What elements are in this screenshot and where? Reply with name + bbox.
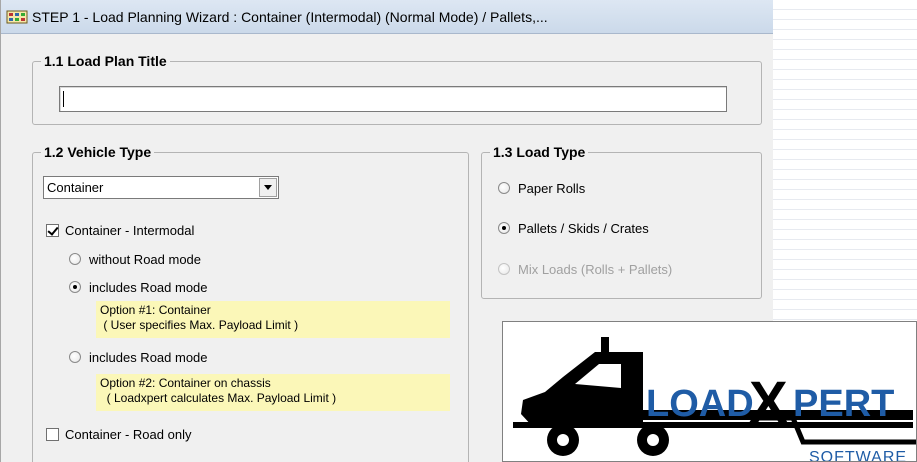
includes-road-label-2: includes Road mode (89, 349, 208, 365)
without-road-radio[interactable] (69, 253, 81, 265)
option1-line1: Option #1: Container (100, 303, 211, 317)
includes-road-radio-2[interactable] (69, 351, 81, 363)
includes-road-radio-1[interactable] (69, 281, 81, 293)
vehicle-type-legend: 1.2 Vehicle Type (41, 144, 155, 160)
vehicle-type-select[interactable]: Container (43, 176, 279, 199)
mix-loads-radio-row: Mix Loads (Rolls + Pallets) (498, 261, 672, 277)
without-road-label: without Road mode (89, 251, 202, 267)
road-only-checkbox-row[interactable]: Container - Road only (46, 426, 191, 442)
app-icon (6, 10, 28, 23)
text-caret (63, 91, 64, 107)
vehicle-type-value: Container (47, 180, 104, 195)
paper-rolls-label: Paper Rolls (518, 180, 586, 196)
option2-line1: Option #2: Container on chassis (100, 376, 271, 390)
loadxpert-logo-panel: LOAD X PERT SOFTWARE (502, 321, 917, 462)
road-only-label: Container - Road only (65, 426, 192, 442)
paper-rolls-radio-row[interactable]: Paper Rolls (498, 180, 585, 196)
pallets-radio[interactable] (498, 222, 510, 234)
dropdown-button[interactable] (259, 178, 277, 197)
paper-rolls-radio[interactable] (498, 182, 510, 194)
window-title: STEP 1 - Load Planning Wizard : Containe… (32, 8, 548, 25)
option2-line2: ( Loadxpert calculates Max. Payload Limi… (100, 391, 337, 405)
load-type-legend: 1.3 Load Type (490, 144, 589, 160)
title-bar[interactable]: STEP 1 - Load Planning Wizard : Containe… (1, 0, 773, 34)
without-road-radio-row[interactable]: without Road mode (69, 251, 201, 267)
intermodal-checkbox-row[interactable]: Container - Intermodal (46, 222, 194, 238)
includes-road-radio-row-2[interactable]: includes Road mode (69, 349, 208, 365)
intermodal-checkbox[interactable] (46, 223, 59, 237)
option1-note: Option #1: Container ( User specifies Ma… (96, 301, 450, 338)
pallets-label: Pallets / Skids / Crates (518, 220, 649, 236)
logo-word-pert: PERT (793, 383, 894, 425)
logo-word-x: X (749, 370, 788, 435)
logo-word-software: SOFTWARE (809, 449, 907, 462)
road-only-checkbox[interactable] (46, 427, 59, 441)
includes-road-label-1: includes Road mode (89, 279, 208, 295)
logo-word-load: LOAD (646, 383, 754, 425)
mix-loads-label: Mix Loads (Rolls + Pallets) (518, 261, 673, 277)
load-plan-title-input[interactable] (59, 86, 727, 112)
chevron-down-icon (264, 185, 272, 190)
option1-line2: ( User specifies Max. Payload Limit ) (100, 318, 299, 332)
pallets-radio-row[interactable]: Pallets / Skids / Crates (498, 220, 649, 236)
option2-note: Option #2: Container on chassis ( Loadxp… (96, 374, 450, 411)
includes-road-radio-row-1[interactable]: includes Road mode (69, 279, 208, 295)
loadxpert-logo: LOAD X PERT SOFTWARE (513, 337, 916, 462)
mix-loads-radio (498, 263, 510, 275)
load-plan-title-legend: 1.1 Load Plan Title (41, 53, 170, 69)
intermodal-label: Container - Intermodal (65, 222, 195, 238)
